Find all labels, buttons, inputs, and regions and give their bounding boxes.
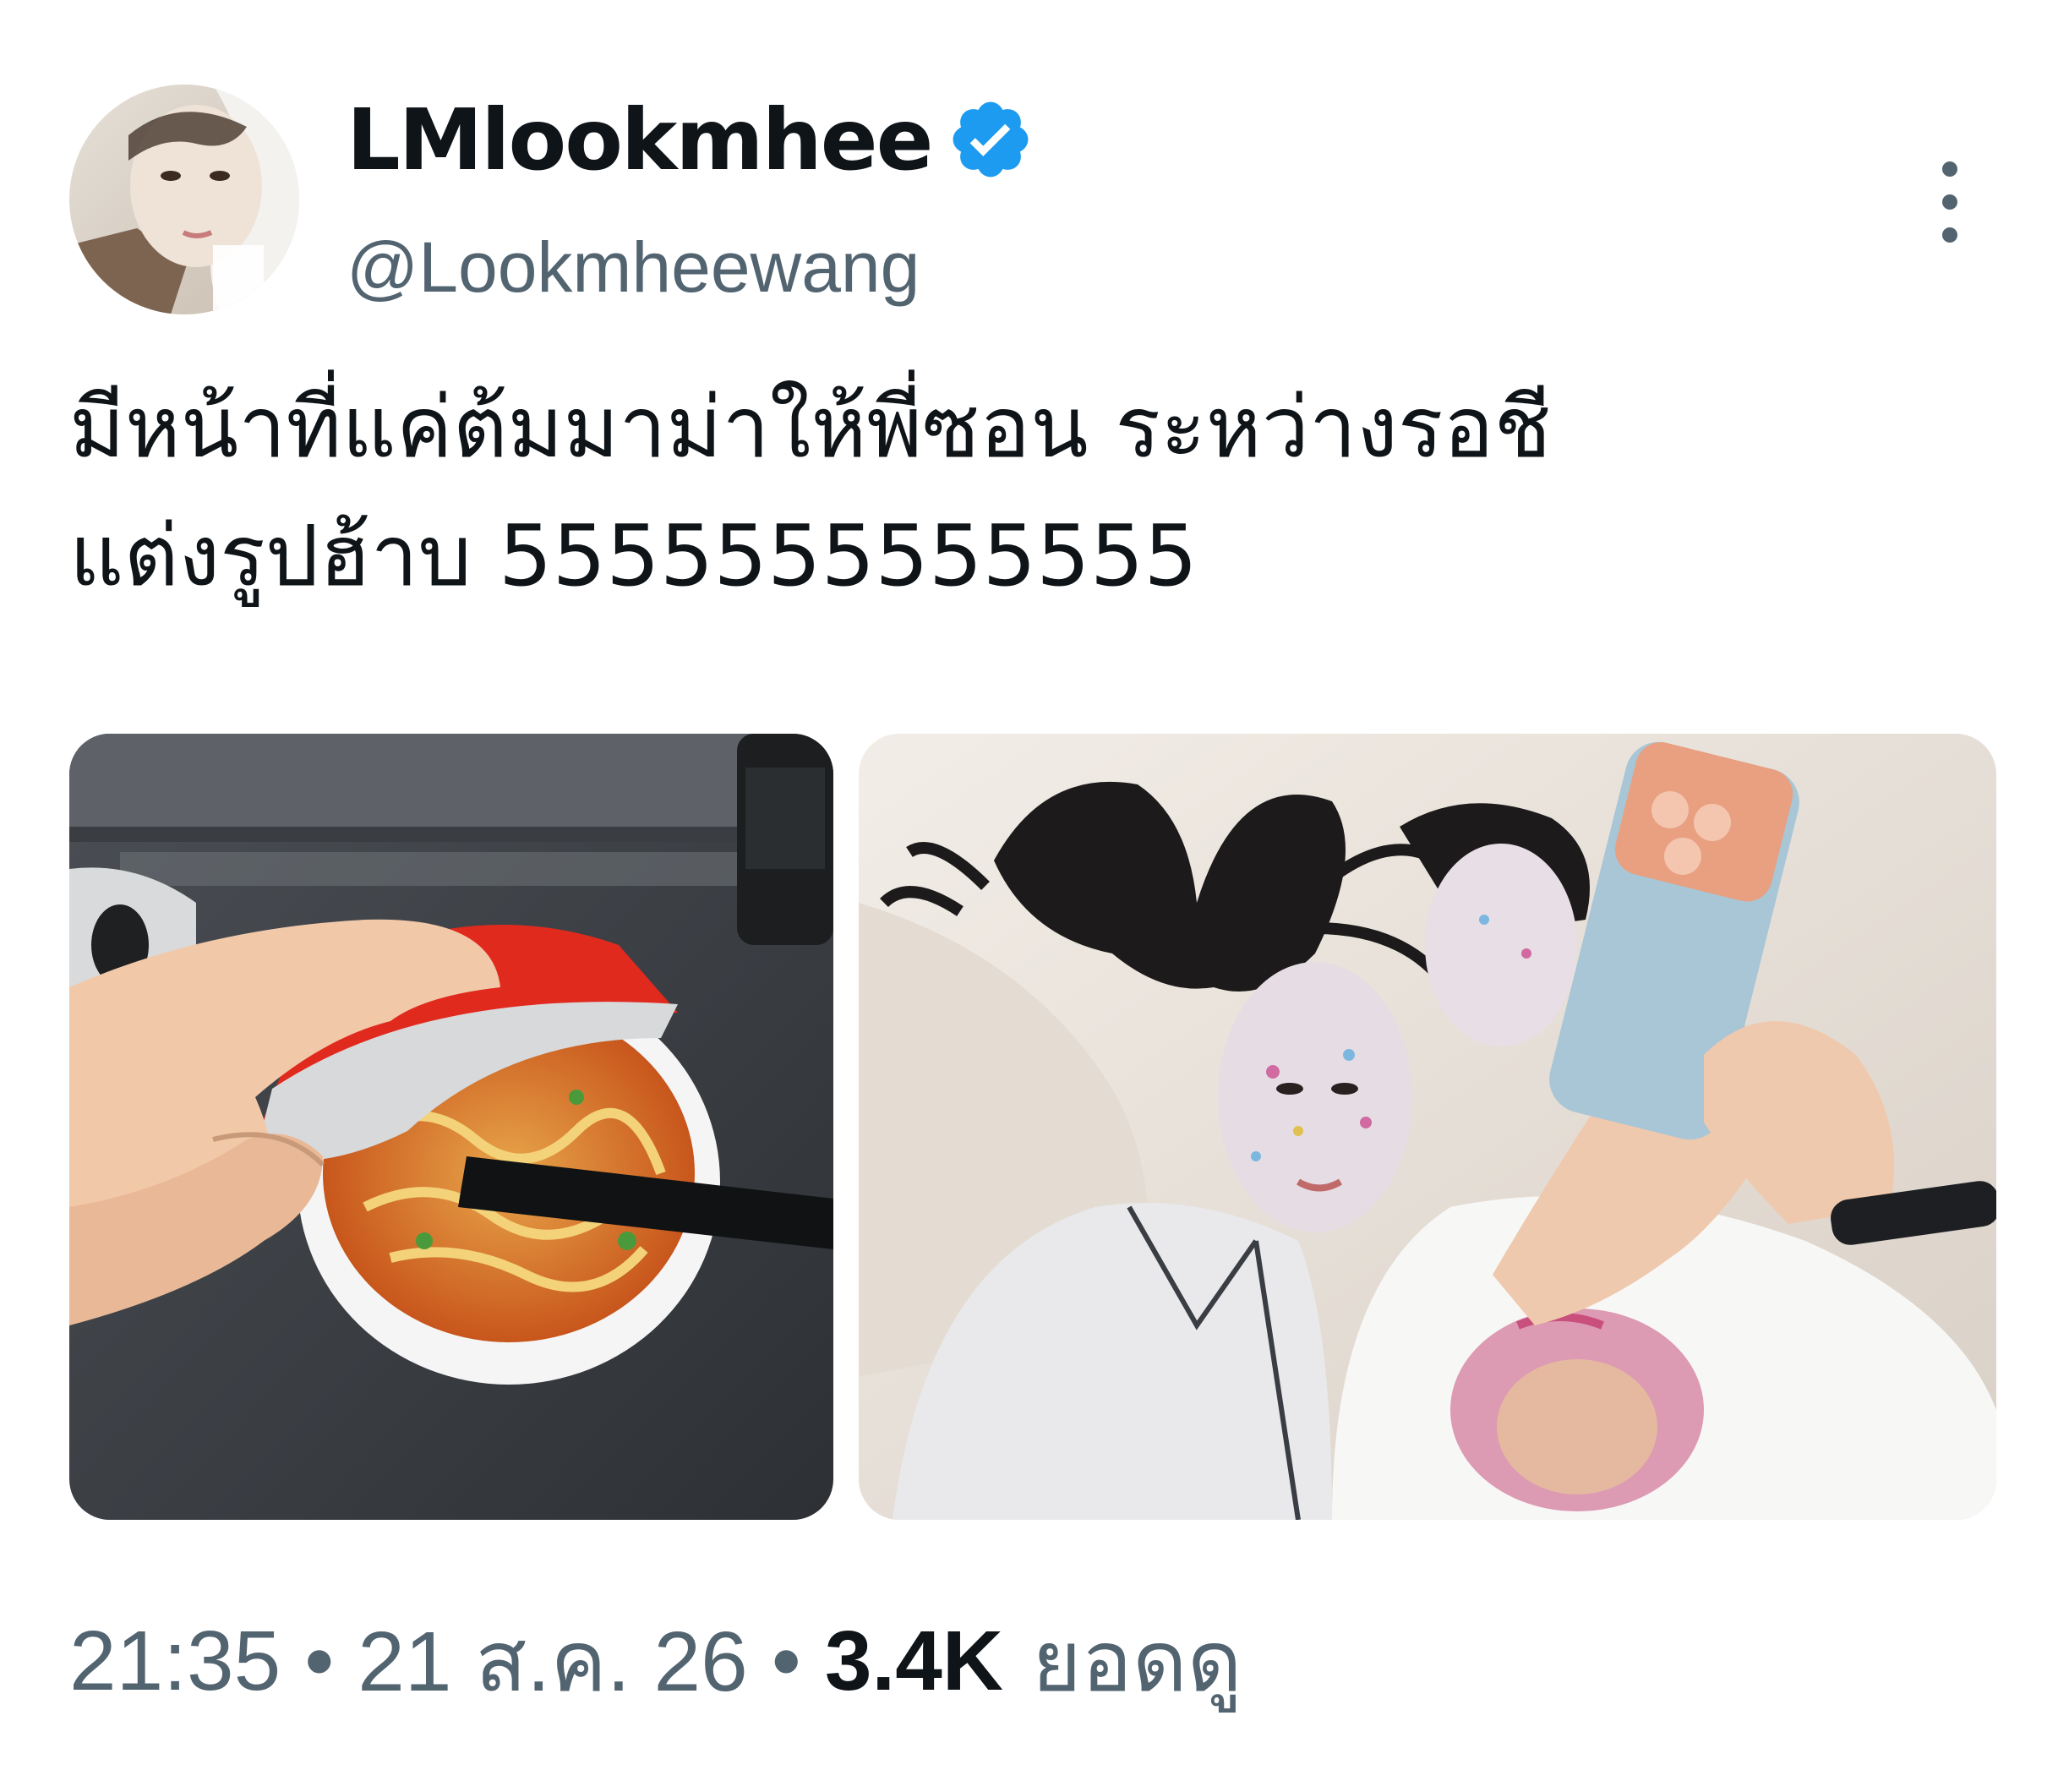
tweet-photo-1[interactable] xyxy=(69,734,833,1520)
tweet-photo-2[interactable] xyxy=(859,734,1996,1520)
tweet: LMlookmhee @Lookmheewang มีหน้าที่แค่ต้ม… xyxy=(0,0,2069,1792)
meta-separator: • xyxy=(771,1613,801,1708)
tweet-text-line-2: แต่งรูปฮ้าบ 5555555555555 xyxy=(69,506,1198,605)
more-vertical-icon xyxy=(1942,161,1957,243)
photo-instant-noodle-cup-icon xyxy=(69,734,833,1520)
views-count[interactable]: 3.4K xyxy=(825,1613,1003,1710)
photo-face-masks-selfie-icon xyxy=(859,734,1996,1520)
tweet-meta: 21:35 • 21 ส.ค. 26 • 3.4K ยอดดู xyxy=(69,1606,1242,1716)
views-label: ยอดดู xyxy=(1032,1614,1242,1709)
tweet-text: มีหน้าที่แค่ต้มมาม่าให้พี่ซอน ระหว่างรอช… xyxy=(69,363,1996,620)
author-avatar[interactable] xyxy=(69,85,299,314)
avatar-photo-icon xyxy=(69,85,299,314)
author-display-name[interactable]: LMlookmhee xyxy=(347,90,933,189)
more-options-button[interactable] xyxy=(1924,157,1976,247)
tweet-time-link[interactable]: 21:35 xyxy=(69,1613,281,1710)
author-handle[interactable]: @Lookmheewang xyxy=(347,227,920,309)
verified-badge-icon xyxy=(953,101,1029,178)
author-name-row[interactable]: LMlookmhee xyxy=(347,85,1034,194)
meta-separator: • xyxy=(304,1613,335,1708)
tweet-text-line-1: มีหน้าที่แค่ต้มมาม่าให้พี่ซอน ระหว่างรอช… xyxy=(69,378,1552,477)
tweet-date-link[interactable]: 21 ส.ค. 26 xyxy=(358,1594,748,1729)
